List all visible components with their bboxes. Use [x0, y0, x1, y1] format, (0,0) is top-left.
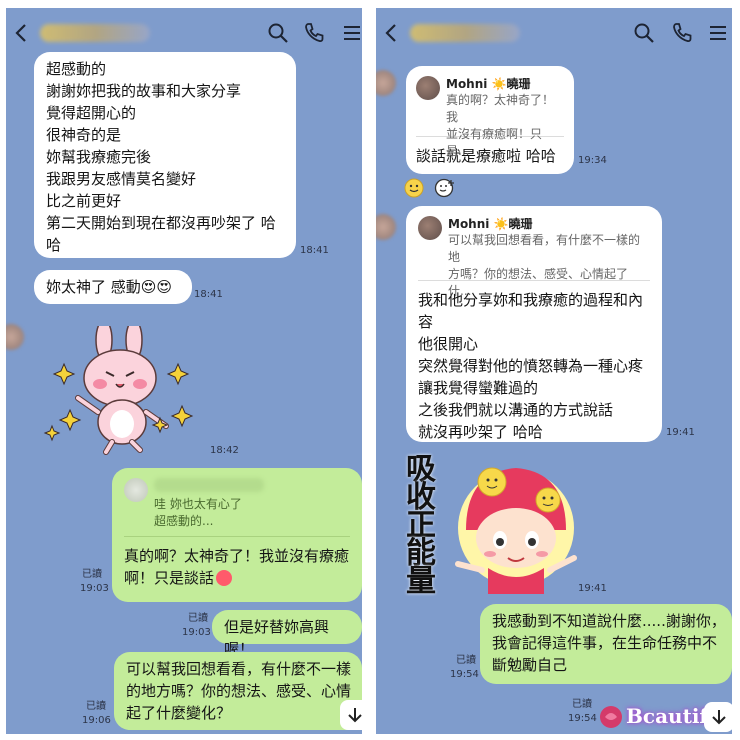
message-line: 可以幫我回想看看，有什麼不一樣 — [126, 660, 352, 678]
arrow-down-icon — [348, 708, 362, 723]
avatar[interactable] — [6, 324, 24, 350]
contact-name-blurred — [40, 24, 150, 42]
arrow-down-icon — [712, 710, 726, 725]
positive-energy-sticker[interactable]: 吸 收 正 能 量 — [402, 454, 582, 599]
phone-icon[interactable] — [670, 21, 694, 45]
message-bubble-incoming: 妳太神了 感動😍😍 — [34, 270, 192, 304]
message-bubble-outgoing: 但是好替妳高興喔！ — [212, 610, 362, 658]
quoted-text: 真的啊？太神奇了！我 — [446, 93, 555, 124]
read-status: 已讀 — [572, 699, 592, 710]
pink-rabbit-sticker[interactable] — [42, 319, 202, 456]
message-bubble-outgoing: 我感動到不知道說什麼.....謝謝你， 我會記得這件事，在生命任務中不 斷勉勵自… — [480, 604, 732, 684]
message-line: 超感動的 — [46, 60, 107, 78]
message-line: 真的啊？太神奇了！我並沒有療癒 — [124, 547, 350, 565]
chevron-left-icon[interactable] — [10, 21, 34, 45]
read-status: 已讀 — [456, 655, 476, 666]
message-line: 妳幫我療癒完後 — [46, 148, 152, 166]
message-line: 的地方嗎？你的想法、感受、心情 — [126, 682, 352, 700]
chevron-left-icon[interactable] — [380, 21, 404, 45]
quoted-message[interactable]: 哇 妳也太有心了 超感動的... — [124, 478, 350, 537]
message-time: 18:41 — [194, 289, 223, 300]
message-bubble-outgoing: 可以幫我回想看看，有什麼不一樣 的地方嗎？你的想法、感受、心情 起了什麼變化？ — [114, 652, 362, 730]
message-line: 之後我們就以溝通的方式說話 — [418, 401, 614, 419]
message-time: 18:41 — [300, 245, 329, 256]
reaction-smile-icon[interactable] — [404, 178, 424, 203]
read-status: 已讀 — [86, 701, 106, 712]
scroll-down-button[interactable] — [340, 700, 362, 730]
message-time: 19:03 — [182, 627, 211, 638]
message-line: 我會記得這件事，在生命任務中不 — [492, 634, 718, 652]
message-line: 第二天開始到現在都沒再吵架了 哈 — [46, 214, 276, 232]
message-line: 突然覺得對他的憤怒轉為一種心疼 — [418, 357, 644, 375]
message-line: 很神奇的是 — [46, 126, 122, 144]
rose-icon — [600, 706, 622, 728]
quoted-name: Mohni ☀️曉珊 — [446, 77, 531, 91]
message-line: 我跟男友感情莫名變好 — [46, 170, 197, 188]
message-time: 19:34 — [578, 155, 607, 166]
message-line: 哈 — [46, 236, 62, 254]
message-time: 19:06 — [82, 715, 111, 726]
quoted-text: 並沒有療癒啊！只是... — [446, 127, 543, 158]
message-time: 18:42 — [210, 445, 239, 456]
message-line: 起了什麼變化？ — [126, 704, 232, 722]
search-icon[interactable] — [632, 21, 656, 45]
message-line: 比之前更好 — [46, 192, 122, 210]
chat-header — [376, 8, 732, 58]
message-bubble-outgoing: 哇 妳也太有心了 超感動的... 真的啊？太神奇了！我並沒有療癒 啊！只是談話 — [112, 468, 362, 602]
brand-watermark: Bcautife — [598, 698, 721, 734]
quoted-name: Mohni ☀️曉珊 — [448, 217, 533, 231]
avatar — [418, 216, 442, 240]
message-time: 19:41 — [578, 583, 607, 594]
add-reaction-icon[interactable] — [434, 178, 456, 202]
chat-header — [6, 8, 362, 58]
avatar — [124, 478, 148, 502]
quoted-message[interactable]: Mohni ☀️曉珊 可以幫我回想看看，有什麼不一樣的地 方嗎？你的想法、感受、… — [418, 216, 650, 298]
message-line: 我感動到不知道說什麼.....謝謝你， — [492, 612, 726, 630]
sticker-text-char: 量 — [406, 564, 436, 599]
avatar[interactable] — [376, 214, 396, 240]
read-status: 已讀 — [188, 613, 208, 624]
phone-icon[interactable] — [302, 21, 326, 45]
contact-name-blurred — [410, 24, 520, 42]
message-line: 他很開心 — [418, 335, 479, 353]
message-line: 容 — [418, 313, 434, 331]
sticker-emoji-icon — [216, 570, 233, 586]
chat-panel-right: Mohni ☀️曉珊 真的啊？太神奇了！我 並沒有療癒啊！只是... 談話就是療… — [376, 8, 732, 734]
message-line: 讓我覺得蠻難過的 — [418, 379, 539, 397]
quoted-text: 可以幫我回想看看，有什麼不一樣的地 — [448, 233, 641, 264]
message-bubble-incoming: Mohni ☀️曉珊 真的啊？太神奇了！我 並沒有療癒啊！只是... 談話就是療… — [406, 66, 574, 174]
read-status: 已讀 — [82, 569, 102, 580]
scroll-down-button[interactable] — [704, 702, 732, 732]
message-time: 19:41 — [666, 427, 695, 438]
menu-icon[interactable] — [706, 21, 730, 45]
menu-icon[interactable] — [340, 21, 362, 45]
message-line: 就沒再吵架了 哈哈 — [418, 423, 543, 441]
message-line: 斷勉勵自己 — [492, 656, 568, 674]
message-time: 19:03 — [80, 583, 109, 594]
message-bubble-incoming: Mohni ☀️曉珊 可以幫我回想看看，有什麼不一樣的地 方嗎？你的想法、感受、… — [406, 206, 662, 442]
quoted-message[interactable]: Mohni ☀️曉珊 真的啊？太神奇了！我 並沒有療癒啊！只是... — [416, 76, 564, 158]
chat-panel-left: 超感動的 謝謝妳把我的故事和大家分享 覺得超開心的 很神奇的是 妳幫我療癒完後 … — [6, 8, 362, 734]
girl-sticker-illustration — [455, 467, 577, 594]
search-icon[interactable] — [266, 21, 290, 45]
message-bubble-incoming: 超感動的 謝謝妳把我的故事和大家分享 覺得超開心的 很神奇的是 妳幫我療癒完後 … — [34, 52, 296, 258]
message-line: 覺得超開心的 — [46, 104, 137, 122]
message-text: 妳太神了 感動😍😍 — [46, 278, 173, 296]
quoted-text: 超感動的... — [154, 514, 214, 528]
message-line: 啊！只是談話 — [124, 567, 350, 589]
message-line: 謝謝妳把我的故事和大家分享 — [46, 82, 242, 100]
quoted-text: 方嗎？你的想法、感受、心情起了什... — [448, 267, 629, 298]
message-time: 19:54 — [450, 669, 479, 680]
message-time: 19:54 — [568, 713, 597, 724]
avatar[interactable] — [376, 70, 396, 96]
avatar — [416, 76, 440, 100]
quoted-name-blurred — [154, 478, 264, 492]
